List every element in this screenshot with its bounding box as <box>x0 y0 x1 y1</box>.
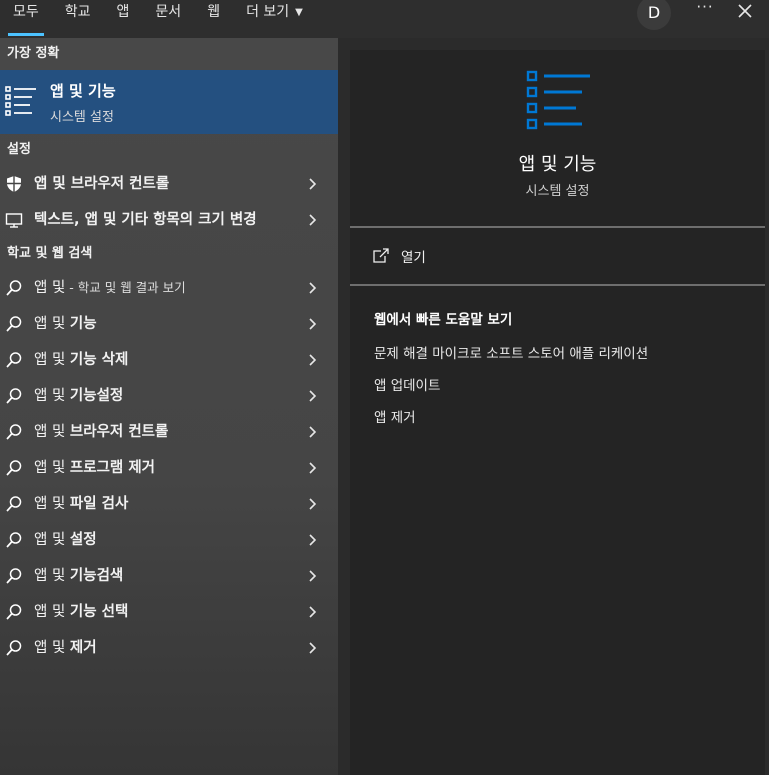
caret-down-icon: ▼ <box>295 7 303 18</box>
top-bar: 모두 학교 앱 문서 웹 더 보기 ▼ D ··· <box>0 0 769 38</box>
apps-features-icon <box>5 86 36 116</box>
tab-label: 더 보기 <box>246 4 290 20</box>
search-icon <box>6 424 22 440</box>
tab-all[interactable]: 모두 <box>0 0 52 38</box>
chevron-right-icon <box>309 354 317 366</box>
search-icon <box>6 496 22 512</box>
chevron-right-icon <box>309 534 317 546</box>
settings-item-app-browser-control[interactable]: 앱 및 브라우저 컨트롤 <box>0 166 338 202</box>
search-icon <box>6 604 22 620</box>
settings-item-label: 텍스트, 앱 및 기타 항목의 크기 변경 <box>34 212 257 228</box>
preview-title: 앱 및 기능 <box>518 154 597 175</box>
web-suggestion-item[interactable]: 앱 및 기능 <box>0 306 338 342</box>
web-suggestion-list: 앱 및 기능앱 및 기능 삭제앱 및 기능설정앱 및 브라우저 컨트롤앱 및 프… <box>0 306 338 666</box>
web-suggestion-item[interactable]: 앱 및 프로그램 제거 <box>0 450 338 486</box>
divider <box>350 284 765 286</box>
preview-pane: 앱 및 기능 시스템 설정 열기 웹에서 빠른 도움말 보기 문제 해결 마이크… <box>350 50 765 775</box>
more-options-button[interactable]: ··· <box>694 0 716 22</box>
account-avatar[interactable]: D <box>637 0 671 30</box>
search-icon <box>6 316 22 332</box>
chevron-right-icon <box>309 390 317 402</box>
shield-icon <box>7 176 21 192</box>
tab-label: 학교 <box>64 4 91 20</box>
preview-header: 앱 및 기능 시스템 설정 <box>350 50 765 226</box>
chevron-right-icon <box>309 282 317 294</box>
help-link-uninstall-apps[interactable]: 앱 제거 <box>374 406 416 426</box>
tab-documents[interactable]: 문서 <box>142 0 194 38</box>
close-icon[interactable] <box>735 1 755 21</box>
chevron-right-icon <box>309 498 317 510</box>
tab-label: 모두 <box>13 4 39 20</box>
chevron-right-icon <box>309 462 317 474</box>
chevron-right-icon <box>309 318 317 330</box>
settings-item-text-size[interactable]: 텍스트, 앱 및 기타 항목의 크기 변경 <box>0 202 338 238</box>
web-search-header: 학교 및 웹 검색 <box>7 246 93 261</box>
divider <box>350 226 765 228</box>
best-match-title: 앱 및 기능 <box>50 82 116 100</box>
chevron-right-icon <box>309 178 317 190</box>
web-suggestion-label: 앱 및 기능 선택 <box>34 604 129 620</box>
search-icon <box>6 532 22 548</box>
search-icon <box>6 460 22 476</box>
tab-apps[interactable]: 앱 <box>104 0 143 38</box>
open-external-icon <box>373 248 389 263</box>
chevron-right-icon <box>309 426 317 438</box>
web-suggestion-item[interactable]: 앱 및 기능설정 <box>0 378 338 414</box>
web-suggestion-item[interactable]: 앱 및 제거 <box>0 630 338 666</box>
help-link-update-apps[interactable]: 앱 업데이트 <box>374 374 440 394</box>
web-suggestion-item[interactable]: 앱 및 설정 <box>0 522 338 558</box>
best-match-header: 가장 정확 <box>7 46 60 61</box>
chevron-right-icon <box>309 570 317 582</box>
display-icon <box>5 213 23 228</box>
web-suggestion-item[interactable]: 앱 및 기능 선택 <box>0 594 338 630</box>
chevron-right-icon <box>309 606 317 618</box>
web-suggestion-item[interactable]: 앱 및 기능검색 <box>0 558 338 594</box>
tab-label: 문서 <box>155 4 182 20</box>
tab-web[interactable]: 웹 <box>194 0 233 38</box>
web-suggestion-label: 앱 및 프로그램 제거 <box>34 460 155 476</box>
open-button[interactable]: 열기 <box>372 246 426 266</box>
open-label: 열기 <box>401 250 426 266</box>
tab-label: 앱 <box>116 4 130 20</box>
search-icon <box>6 640 22 656</box>
web-suggestion-label: 앱 및 기능 삭제 <box>34 352 129 368</box>
search-filter-tabs: 모두 학교 앱 문서 웹 더 보기 ▼ <box>0 0 316 38</box>
web-suggestion-item[interactable]: 앱 및 파일 검사 <box>0 486 338 522</box>
preview-subtitle: 시스템 설정 <box>525 184 590 199</box>
search-icon <box>6 352 22 368</box>
quick-help-header: 웹에서 빠른 도움말 보기 <box>374 312 513 328</box>
web-suggestion-label: 앱 및 설정 <box>34 532 97 548</box>
web-suggestion-item[interactable]: 앱 및 브라우저 컨트롤 <box>0 414 338 450</box>
web-suggestion-label: 앱 및 기능설정 <box>34 388 124 404</box>
settings-header: 설정 <box>7 142 31 157</box>
web-suggestion-label: 앱 및 기능 <box>34 316 97 332</box>
chevron-right-icon <box>309 214 317 226</box>
best-match-item[interactable]: 앱 및 기능 시스템 설정 <box>0 70 338 134</box>
tab-school[interactable]: 학교 <box>52 0 104 38</box>
help-link-troubleshoot[interactable]: 문제 해결 마이크로 소프트 스토어 애플 리케이션 <box>374 342 648 362</box>
apps-features-icon <box>526 70 590 130</box>
results-pane: 가장 정확 앱 및 기능 시스템 설정 설정 앱 및 브라우저 컨트롤 텍스트,… <box>0 38 338 775</box>
web-result-label: 앱 및 - 학교 및 웹 결과 보기 <box>34 280 186 296</box>
web-suggestion-item[interactable]: 앱 및 기능 삭제 <box>0 342 338 378</box>
web-suggestion-label: 앱 및 브라우저 컨트롤 <box>34 424 169 440</box>
web-suggestion-label: 앱 및 파일 검사 <box>34 496 129 512</box>
best-match-subtitle: 시스템 설정 <box>50 110 114 125</box>
tab-label: 웹 <box>207 4 221 20</box>
search-icon <box>6 568 22 584</box>
search-icon <box>6 388 22 404</box>
settings-item-label: 앱 및 브라우저 컨트롤 <box>34 176 170 192</box>
web-result-see-all[interactable]: 앱 및 - 학교 및 웹 결과 보기 <box>0 270 338 306</box>
chevron-right-icon <box>309 642 317 654</box>
web-suggestion-label: 앱 및 기능검색 <box>34 568 124 584</box>
search-icon <box>6 280 22 296</box>
web-suggestion-label: 앱 및 제거 <box>34 640 97 656</box>
tab-more[interactable]: 더 보기 ▼ <box>233 0 316 38</box>
